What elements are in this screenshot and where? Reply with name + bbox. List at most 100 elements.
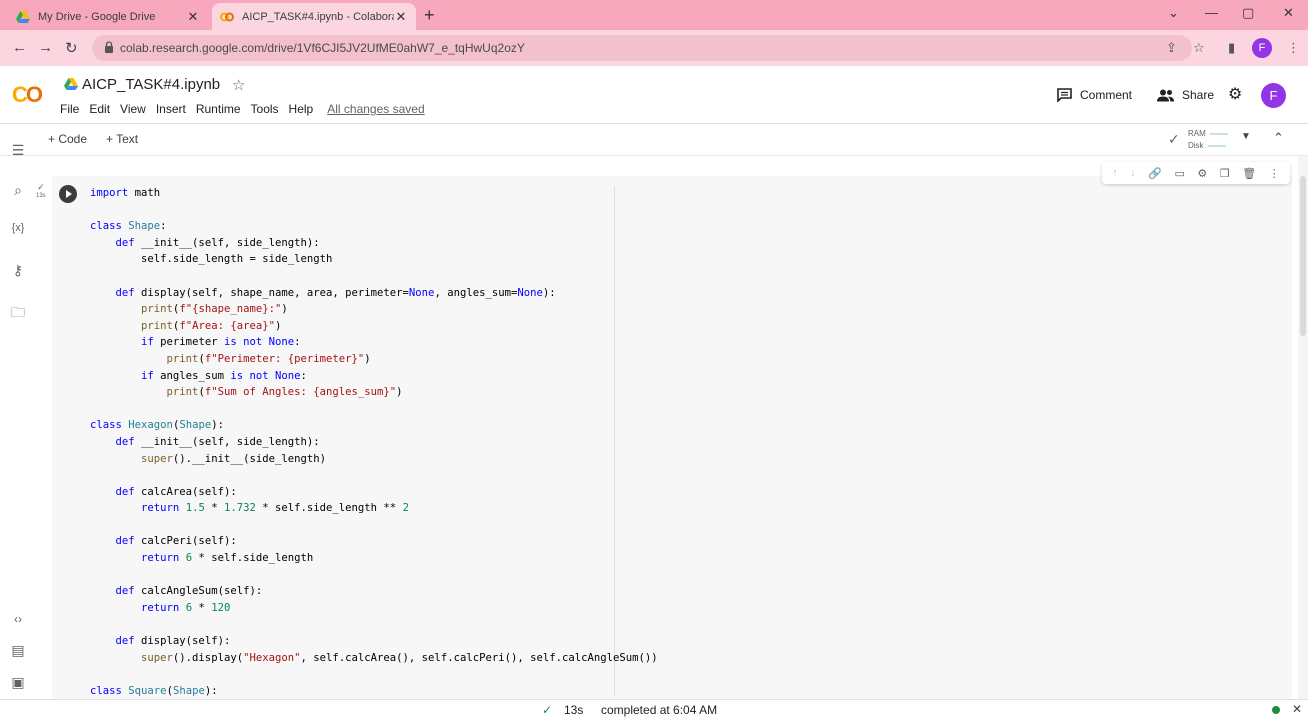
browser-tab-strip: My Drive - Google Drive ✕ AICP_TASK#4.ip… xyxy=(0,0,1308,30)
code-line: def calcArea(self): xyxy=(115,485,237,498)
share-people-icon xyxy=(1157,89,1174,101)
code-editor[interactable]: import math class Shape: def __init__(se… xyxy=(90,185,658,699)
tab-search-chevron-icon[interactable]: ⌄ xyxy=(1168,5,1179,21)
tab-label: My Drive - Google Drive xyxy=(38,10,156,23)
code-line: return 6 * 120 xyxy=(141,601,231,614)
add-code-cell-button[interactable]: + Code xyxy=(48,132,87,146)
collapse-header-icon[interactable]: ⌃ xyxy=(1273,130,1284,146)
code-line: if angles_sum is not None: xyxy=(141,369,307,382)
code-line: print(f"Perimeter: {perimeter}") xyxy=(166,352,371,365)
resource-monitor[interactable]: RAM Disk xyxy=(1188,128,1228,152)
menu-runtime[interactable]: Runtime xyxy=(196,102,241,116)
cell-toolbar: ↑ ↓ 🔗 ▭ ⚙ ❐ 🗑 ⋮ xyxy=(1102,162,1290,184)
tab-colab-notebook[interactable]: AICP_TASK#4.ipynb - Colaboratory ✕ xyxy=(212,3,416,30)
browser-toolbar: ← → ↻ colab.research.google.com/drive/1V… xyxy=(0,30,1308,66)
address-bar[interactable]: colab.research.google.com/drive/1Vf6CJI5… xyxy=(92,35,1192,61)
code-line: print(f"{shape_name}:") xyxy=(141,303,288,316)
mirror-cell-icon[interactable]: ❐ xyxy=(1220,167,1230,180)
close-icon[interactable]: ✕ xyxy=(394,9,408,25)
code-line: def display(self, shape_name, area, peri… xyxy=(115,286,556,299)
menu-help[interactable]: Help xyxy=(289,102,314,116)
table-of-contents-icon[interactable]: ☰ xyxy=(9,142,27,159)
settings-gear-icon[interactable]: ⚙ xyxy=(1228,84,1242,104)
menu-edit[interactable]: Edit xyxy=(89,102,110,116)
code-line: def calcAngleSum(self): xyxy=(115,585,263,598)
left-sidebar: ☰ ⌕ {x} ⚷ 🗀 ‹› ▤ ▣ xyxy=(0,124,34,699)
window-close-button[interactable]: ✕ xyxy=(1283,5,1294,21)
code-line: def __init__(self, side_length): xyxy=(115,435,320,448)
notebook-title[interactable]: AICP_TASK#4.ipynb xyxy=(82,76,220,93)
delete-trash-icon[interactable]: 🗑 xyxy=(1242,167,1256,180)
comment-icon[interactable]: ▭ xyxy=(1175,167,1185,180)
code-line: print(f"Sum of Angles: {angles_sum}") xyxy=(166,386,403,399)
browser-menu-icon[interactable]: ⋮ xyxy=(1287,40,1300,56)
close-icon[interactable]: ✕ xyxy=(1292,702,1302,716)
tab-google-drive[interactable]: My Drive - Google Drive ✕ xyxy=(8,3,208,30)
more-options-icon[interactable]: ⋮ xyxy=(1269,167,1280,180)
url-text: colab.research.google.com/drive/1Vf6CJI5… xyxy=(120,41,525,55)
menu-insert[interactable]: Insert xyxy=(156,102,186,116)
code-line: def calcPeri(self): xyxy=(115,535,237,548)
colab-icon xyxy=(220,12,234,21)
code-line: if perimeter is not None: xyxy=(141,336,301,349)
code-line: import math xyxy=(90,187,161,199)
settings-gear-icon[interactable]: ⚙ xyxy=(1197,167,1207,180)
status-bar: ✓ 13s completed at 6:04 AM ✕ xyxy=(0,699,1308,720)
completion-message: completed at 6:04 AM xyxy=(601,703,718,717)
user-avatar[interactable]: F xyxy=(1261,83,1286,108)
code-line: class Shape: xyxy=(90,220,167,233)
menu-tools[interactable]: Tools xyxy=(251,102,279,116)
share-page-icon[interactable]: ⇪ xyxy=(1166,40,1177,56)
lock-icon xyxy=(105,41,113,53)
reload-button[interactable]: ↻ xyxy=(65,39,78,57)
forward-button[interactable]: → xyxy=(38,39,53,56)
new-tab-button[interactable]: + xyxy=(424,5,435,26)
secrets-key-icon[interactable]: ⚷ xyxy=(9,262,27,279)
google-drive-icon xyxy=(64,78,78,90)
code-snippets-icon[interactable]: ‹› xyxy=(9,612,27,626)
variables-icon[interactable]: {x} xyxy=(9,222,27,234)
connection-status-dot xyxy=(1272,706,1280,714)
maximize-button[interactable]: ▢ xyxy=(1242,5,1254,21)
colab-logo[interactable]: CO xyxy=(12,82,43,108)
close-icon[interactable]: ✕ xyxy=(186,9,200,25)
scrollbar[interactable] xyxy=(1298,156,1308,699)
add-text-cell-button[interactable]: + Text xyxy=(106,132,138,146)
files-folder-icon[interactable]: 🗀 xyxy=(9,302,27,326)
back-button[interactable]: ← xyxy=(12,39,27,56)
bookmark-star-icon[interactable]: ☆ xyxy=(1193,40,1205,56)
share-button[interactable]: Share xyxy=(1157,88,1214,102)
execution-time[interactable]: 13s xyxy=(564,703,583,717)
comment-button[interactable]: Comment xyxy=(1057,88,1132,102)
move-up-icon[interactable]: ↑ xyxy=(1112,167,1118,179)
menu-file[interactable]: File xyxy=(60,102,79,116)
share-label: Share xyxy=(1182,88,1215,102)
run-cell-button[interactable] xyxy=(59,185,77,203)
check-icon: ✓ xyxy=(37,182,45,192)
save-status[interactable]: All changes saved xyxy=(327,102,424,116)
move-down-icon[interactable]: ↓ xyxy=(1130,167,1136,179)
colab-header: CO AICP_TASK#4.ipynb ☆ File Edit View In… xyxy=(0,66,1308,124)
comment-icon xyxy=(1057,88,1072,102)
browser-profile-avatar[interactable]: F xyxy=(1252,38,1272,58)
execution-status: ✓ 13s xyxy=(36,182,46,200)
menu-bar: File Edit View Insert Runtime Tools Help… xyxy=(60,102,425,116)
code-line: class Square(Shape): xyxy=(90,684,218,697)
code-line: super().__init__(side_length) xyxy=(141,452,326,465)
command-palette-icon[interactable]: ▤ xyxy=(9,642,27,659)
search-icon[interactable]: ⌕ xyxy=(9,182,27,199)
link-icon[interactable]: 🔗 xyxy=(1148,167,1162,180)
scrollbar-thumb[interactable] xyxy=(1300,176,1306,336)
runtime-dropdown-icon[interactable]: ▼ xyxy=(1241,131,1251,142)
code-line: return 6 * self.side_length xyxy=(141,552,314,565)
code-line: def __init__(self, side_length): xyxy=(115,236,320,249)
connected-check-icon: ✓ xyxy=(1168,131,1180,147)
menu-view[interactable]: View xyxy=(120,102,146,116)
code-line: class Hexagon(Shape): xyxy=(90,419,224,432)
code-line: self.side_length = side_length xyxy=(90,253,333,266)
side-panel-icon[interactable]: ▮ xyxy=(1228,40,1235,56)
code-line: print(f"Area: {area}") xyxy=(141,319,282,332)
star-icon[interactable]: ☆ xyxy=(232,76,245,94)
terminal-icon[interactable]: ▣ xyxy=(9,674,27,691)
minimize-button[interactable]: — xyxy=(1205,5,1218,20)
